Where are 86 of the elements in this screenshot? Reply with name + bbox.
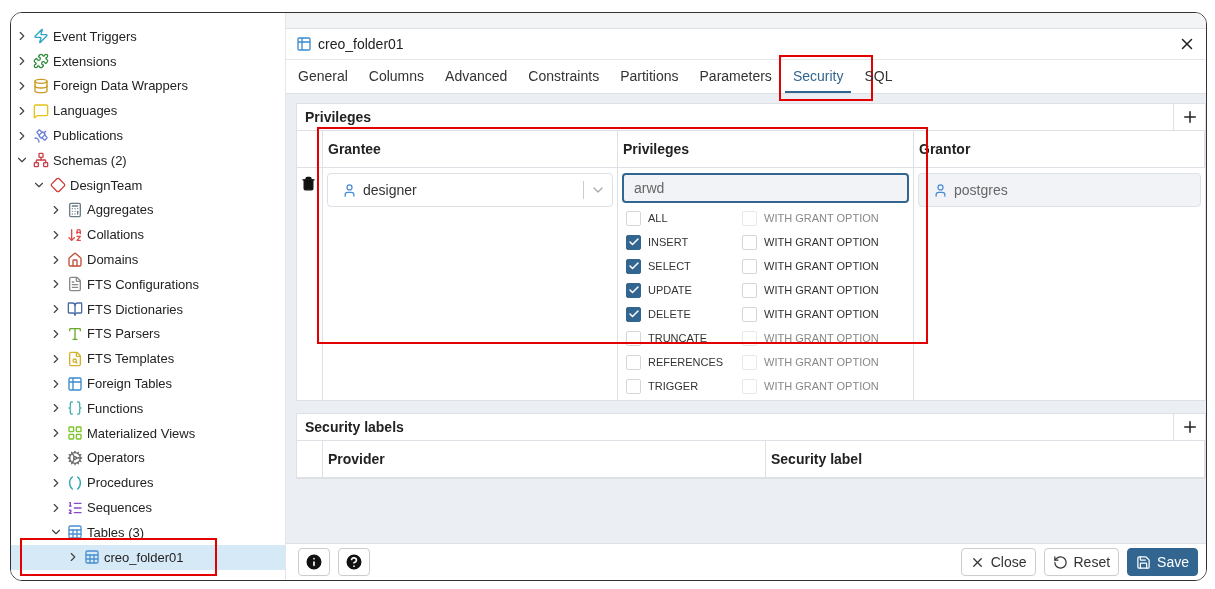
table-icon <box>67 524 83 541</box>
tab[interactable]: Partitions <box>612 60 687 93</box>
save-button[interactable]: Save <box>1127 548 1198 576</box>
column-header: Grantee <box>323 131 618 168</box>
info-icon <box>304 552 324 572</box>
tree-item[interactable]: Materialized Views <box>11 420 285 446</box>
sort-letters-icon <box>67 226 83 243</box>
table-icon <box>67 375 83 392</box>
tree-item[interactable]: FTS Templates <box>11 346 285 372</box>
database-icon <box>33 78 49 94</box>
check-icon <box>627 236 640 248</box>
bolt-icon <box>33 28 49 45</box>
column-header: Security label <box>766 441 1205 478</box>
check-icon <box>627 284 640 296</box>
panel-title: Privileges <box>305 109 372 125</box>
tree-item[interactable]: Collations <box>11 222 285 248</box>
tree-item[interactable]: DesignTeam <box>11 172 285 198</box>
privilege-checkbox[interactable]: TRIGGER <box>626 377 742 395</box>
number-list-icon <box>67 499 83 516</box>
grant-option-checkbox[interactable]: WITH GRANT OPTION <box>742 281 909 299</box>
info-button[interactable] <box>298 548 330 576</box>
tree-item[interactable]: Event Triggers <box>11 24 285 49</box>
privilege-checkbox[interactable]: DELETE <box>626 305 742 323</box>
column-header: Provider <box>323 441 766 478</box>
tab[interactable]: Constraints <box>520 60 608 93</box>
reset-icon <box>1052 554 1068 570</box>
panel-title: Security labels <box>305 419 404 435</box>
tree-item[interactable]: FTS Parsers <box>11 321 285 347</box>
tree-item[interactable]: FTS Configurations <box>11 271 285 297</box>
tree-item[interactable]: Aggregates <box>11 197 285 223</box>
trash-icon[interactable] <box>301 176 316 191</box>
tree-item[interactable]: Sequences <box>11 495 285 520</box>
check-icon <box>627 260 640 272</box>
tab[interactable]: Advanced <box>437 60 516 93</box>
privilege-checkbox[interactable]: SELECT <box>626 257 742 275</box>
house-icon <box>67 251 83 268</box>
tree-item[interactable]: Extensions <box>11 48 285 74</box>
user-icon <box>342 182 357 198</box>
book-icon <box>67 301 83 318</box>
tree-item[interactable]: Schemas (2) <box>11 148 285 173</box>
tree-item[interactable]: Languages <box>11 98 285 124</box>
close-button[interactable]: Close <box>960 548 1036 576</box>
tree-item[interactable]: creo_folder01 <box>11 544 285 570</box>
tab[interactable]: General <box>290 60 356 93</box>
diamond-icon <box>50 177 66 194</box>
grant-option-checkbox[interactable]: WITH GRANT OPTION <box>742 305 909 323</box>
tree-item[interactable]: Domains <box>11 247 285 272</box>
help-icon <box>344 552 364 572</box>
calculator-icon <box>67 201 83 218</box>
schema-icon <box>33 152 49 169</box>
privilege-checkbox[interactable]: UPDATE <box>626 281 742 299</box>
parentheses-icon <box>67 474 83 491</box>
grantor-field: postgres <box>918 173 1201 207</box>
satellite-icon <box>33 127 49 144</box>
user-icon <box>933 182 948 198</box>
puzzle-icon <box>33 53 49 70</box>
tree-item[interactable]: Functions <box>11 395 285 421</box>
file-search-icon <box>67 350 83 367</box>
tab[interactable]: Parameters <box>691 60 780 93</box>
table-icon <box>84 549 100 566</box>
tree-item[interactable]: Operators <box>11 445 285 471</box>
grid-icon <box>67 425 83 442</box>
privilege-checkbox[interactable]: ALL <box>626 209 742 227</box>
privilege-checkbox[interactable]: INSERT <box>626 233 742 251</box>
table-icon <box>296 36 312 52</box>
letters-icon <box>67 325 83 342</box>
speech-bubble-icon <box>33 102 49 119</box>
privilege-checkbox[interactable]: TRUNCATE <box>626 329 742 347</box>
privilege-checkbox[interactable]: REFERENCES <box>626 353 742 371</box>
tab[interactable]: Columns <box>360 60 433 93</box>
tree-item[interactable]: Publications <box>11 123 285 148</box>
document-icon <box>67 276 83 293</box>
tree-item[interactable]: Foreign Data Wrappers <box>11 73 285 99</box>
tree-item[interactable]: Procedures <box>11 470 285 496</box>
braces-icon <box>67 400 83 417</box>
check-icon <box>627 308 640 320</box>
help-button[interactable] <box>338 548 370 576</box>
reset-button[interactable]: Reset <box>1043 548 1120 576</box>
tree-item[interactable]: Foreign Tables <box>11 371 285 396</box>
grant-option-checkbox[interactable]: WITH GRANT OPTION <box>742 257 909 275</box>
dialog-title: creo_folder01 <box>318 36 404 52</box>
grant-option-checkbox[interactable]: WITH GRANT OPTION <box>742 233 909 251</box>
grantee-select[interactable]: designer <box>327 173 613 207</box>
column-header: Privileges <box>618 131 914 168</box>
tree-item[interactable]: FTS Dictionaries <box>11 296 285 322</box>
privileges-input[interactable]: arwd <box>622 173 909 203</box>
